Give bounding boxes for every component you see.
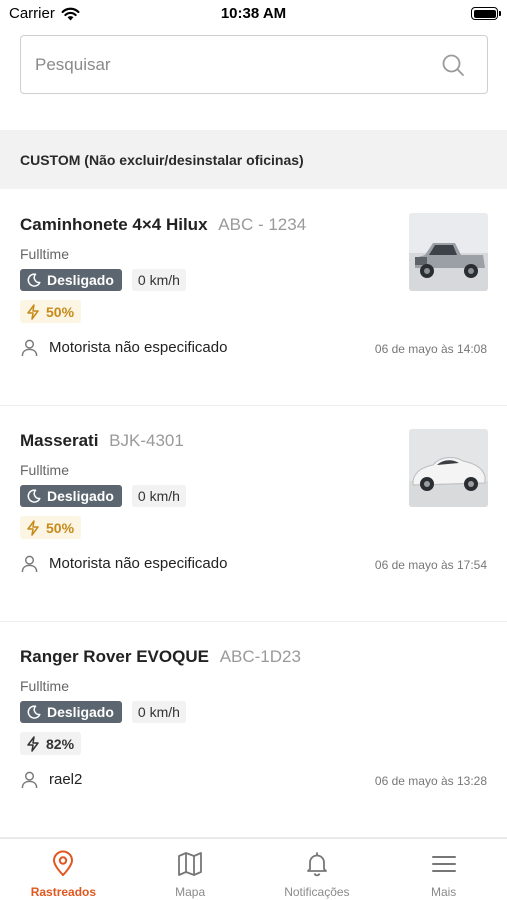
vehicle-mode: Fulltime xyxy=(20,246,70,262)
last-update-time: 06 de mayo às 14:08 xyxy=(374,342,487,356)
moon-icon xyxy=(27,489,41,503)
driver-name: rael2 xyxy=(49,771,83,788)
vehicle-title: Masserati BJK-4301 xyxy=(20,431,184,451)
battery-level xyxy=(473,9,496,18)
tab-label: Mapa xyxy=(175,885,206,899)
vehicle-card[interactable]: Masserati BJK-4301 Fulltime Desligado 0 … xyxy=(0,406,507,622)
driver-name: Motorista não especificado xyxy=(49,555,228,572)
tab-mapa[interactable]: Mapa xyxy=(127,839,254,900)
status-bar: Carrier 10:38 AM xyxy=(0,0,507,28)
tab-label: Rastreados xyxy=(30,885,97,899)
badge-row: Desligado 0 km/h xyxy=(20,485,186,507)
vehicle-plate: BJK-4301 xyxy=(109,431,184,450)
tab-label: Notificações xyxy=(284,885,350,899)
tab-mais[interactable]: Mais xyxy=(380,839,507,900)
battery-icon xyxy=(471,7,501,20)
speed-badge: 0 km/h xyxy=(131,701,186,723)
search-input[interactable] xyxy=(35,36,435,93)
battery-value: 82% xyxy=(46,735,75,752)
vehicle-mode: Fulltime xyxy=(20,678,70,694)
tab-label: Mais xyxy=(430,885,457,899)
lightning-icon xyxy=(27,519,39,536)
user-icon xyxy=(21,339,38,357)
vehicle-title: Caminhonete 4×4 Hilux ABC - 1234 xyxy=(20,215,306,235)
last-update-time: 06 de mayo às 17:54 xyxy=(374,558,487,572)
vehicle-name: Masserati xyxy=(20,431,99,450)
badge-row: Desligado 0 km/h xyxy=(20,701,186,723)
vehicle-plate: ABC-1D23 xyxy=(219,647,301,666)
vehicle-photo xyxy=(409,213,488,291)
vehicle-title: Ranger Rover EVOQUE ABC-1D23 xyxy=(20,647,301,667)
tab-notificacoes[interactable]: Notificações xyxy=(254,839,381,900)
search-icon[interactable] xyxy=(441,53,465,77)
driver-row: Motorista não especificado xyxy=(20,554,227,573)
battery-badge: 82% xyxy=(20,732,82,755)
vehicle-plate: ABC - 1234 xyxy=(218,215,307,234)
bottom-tab-bar: Rastreados Mapa Notificações Mais xyxy=(0,838,507,900)
user-icon xyxy=(21,771,38,789)
map-pin-icon xyxy=(53,850,74,876)
map-icon xyxy=(178,852,203,876)
vehicle-card[interactable]: Caminhonete 4×4 Hilux ABC - 1234 Fulltim… xyxy=(0,190,507,406)
lightning-icon xyxy=(27,303,39,320)
moon-icon xyxy=(27,705,41,719)
status-label: Desligado xyxy=(47,488,114,504)
search-bar xyxy=(20,35,488,94)
user-icon xyxy=(21,555,38,573)
ignition-status-badge: Desligado xyxy=(20,269,122,291)
speed-badge: 0 km/h xyxy=(131,269,186,291)
vehicle-photo xyxy=(409,429,488,507)
ignition-status-badge: Desligado xyxy=(20,485,122,507)
battery-value: 50% xyxy=(46,303,75,320)
vehicle-name: Ranger Rover EVOQUE xyxy=(20,647,209,666)
speed-badge: 0 km/h xyxy=(131,485,186,507)
status-time: 10:38 AM xyxy=(220,5,287,22)
driver-row: Motorista não especificado xyxy=(20,338,227,357)
driver-name: Motorista não especificado xyxy=(49,339,228,356)
tab-rastreados[interactable]: Rastreados xyxy=(0,839,127,900)
sports-car-image xyxy=(409,429,488,507)
app-screen: Carrier 10:38 AM CUSTOM (Não excluir/des… xyxy=(0,0,507,900)
battery-badge: 50% xyxy=(20,300,82,323)
vehicle-mode: Fulltime xyxy=(20,462,70,478)
vehicle-name: Caminhonete 4×4 Hilux xyxy=(20,215,208,234)
status-label: Desligado xyxy=(47,704,114,720)
ignition-status-badge: Desligado xyxy=(20,701,122,723)
lightning-icon xyxy=(27,735,39,752)
last-update-time: 06 de mayo às 13:28 xyxy=(374,774,487,788)
menu-icon xyxy=(431,856,456,872)
group-header: CUSTOM (Não excluir/desinstalar oficinas… xyxy=(0,130,507,189)
status-label: Desligado xyxy=(47,272,114,288)
battery-badge: 50% xyxy=(20,516,82,539)
bell-icon xyxy=(306,852,327,877)
badge-row: Desligado 0 km/h xyxy=(20,269,186,291)
vehicle-card[interactable]: Ranger Rover EVOQUE ABC-1D23 Fulltime De… xyxy=(0,622,507,838)
driver-row: rael2 xyxy=(20,770,82,789)
pickup-truck-image xyxy=(409,213,488,291)
battery-value: 50% xyxy=(46,519,75,536)
moon-icon xyxy=(27,273,41,287)
